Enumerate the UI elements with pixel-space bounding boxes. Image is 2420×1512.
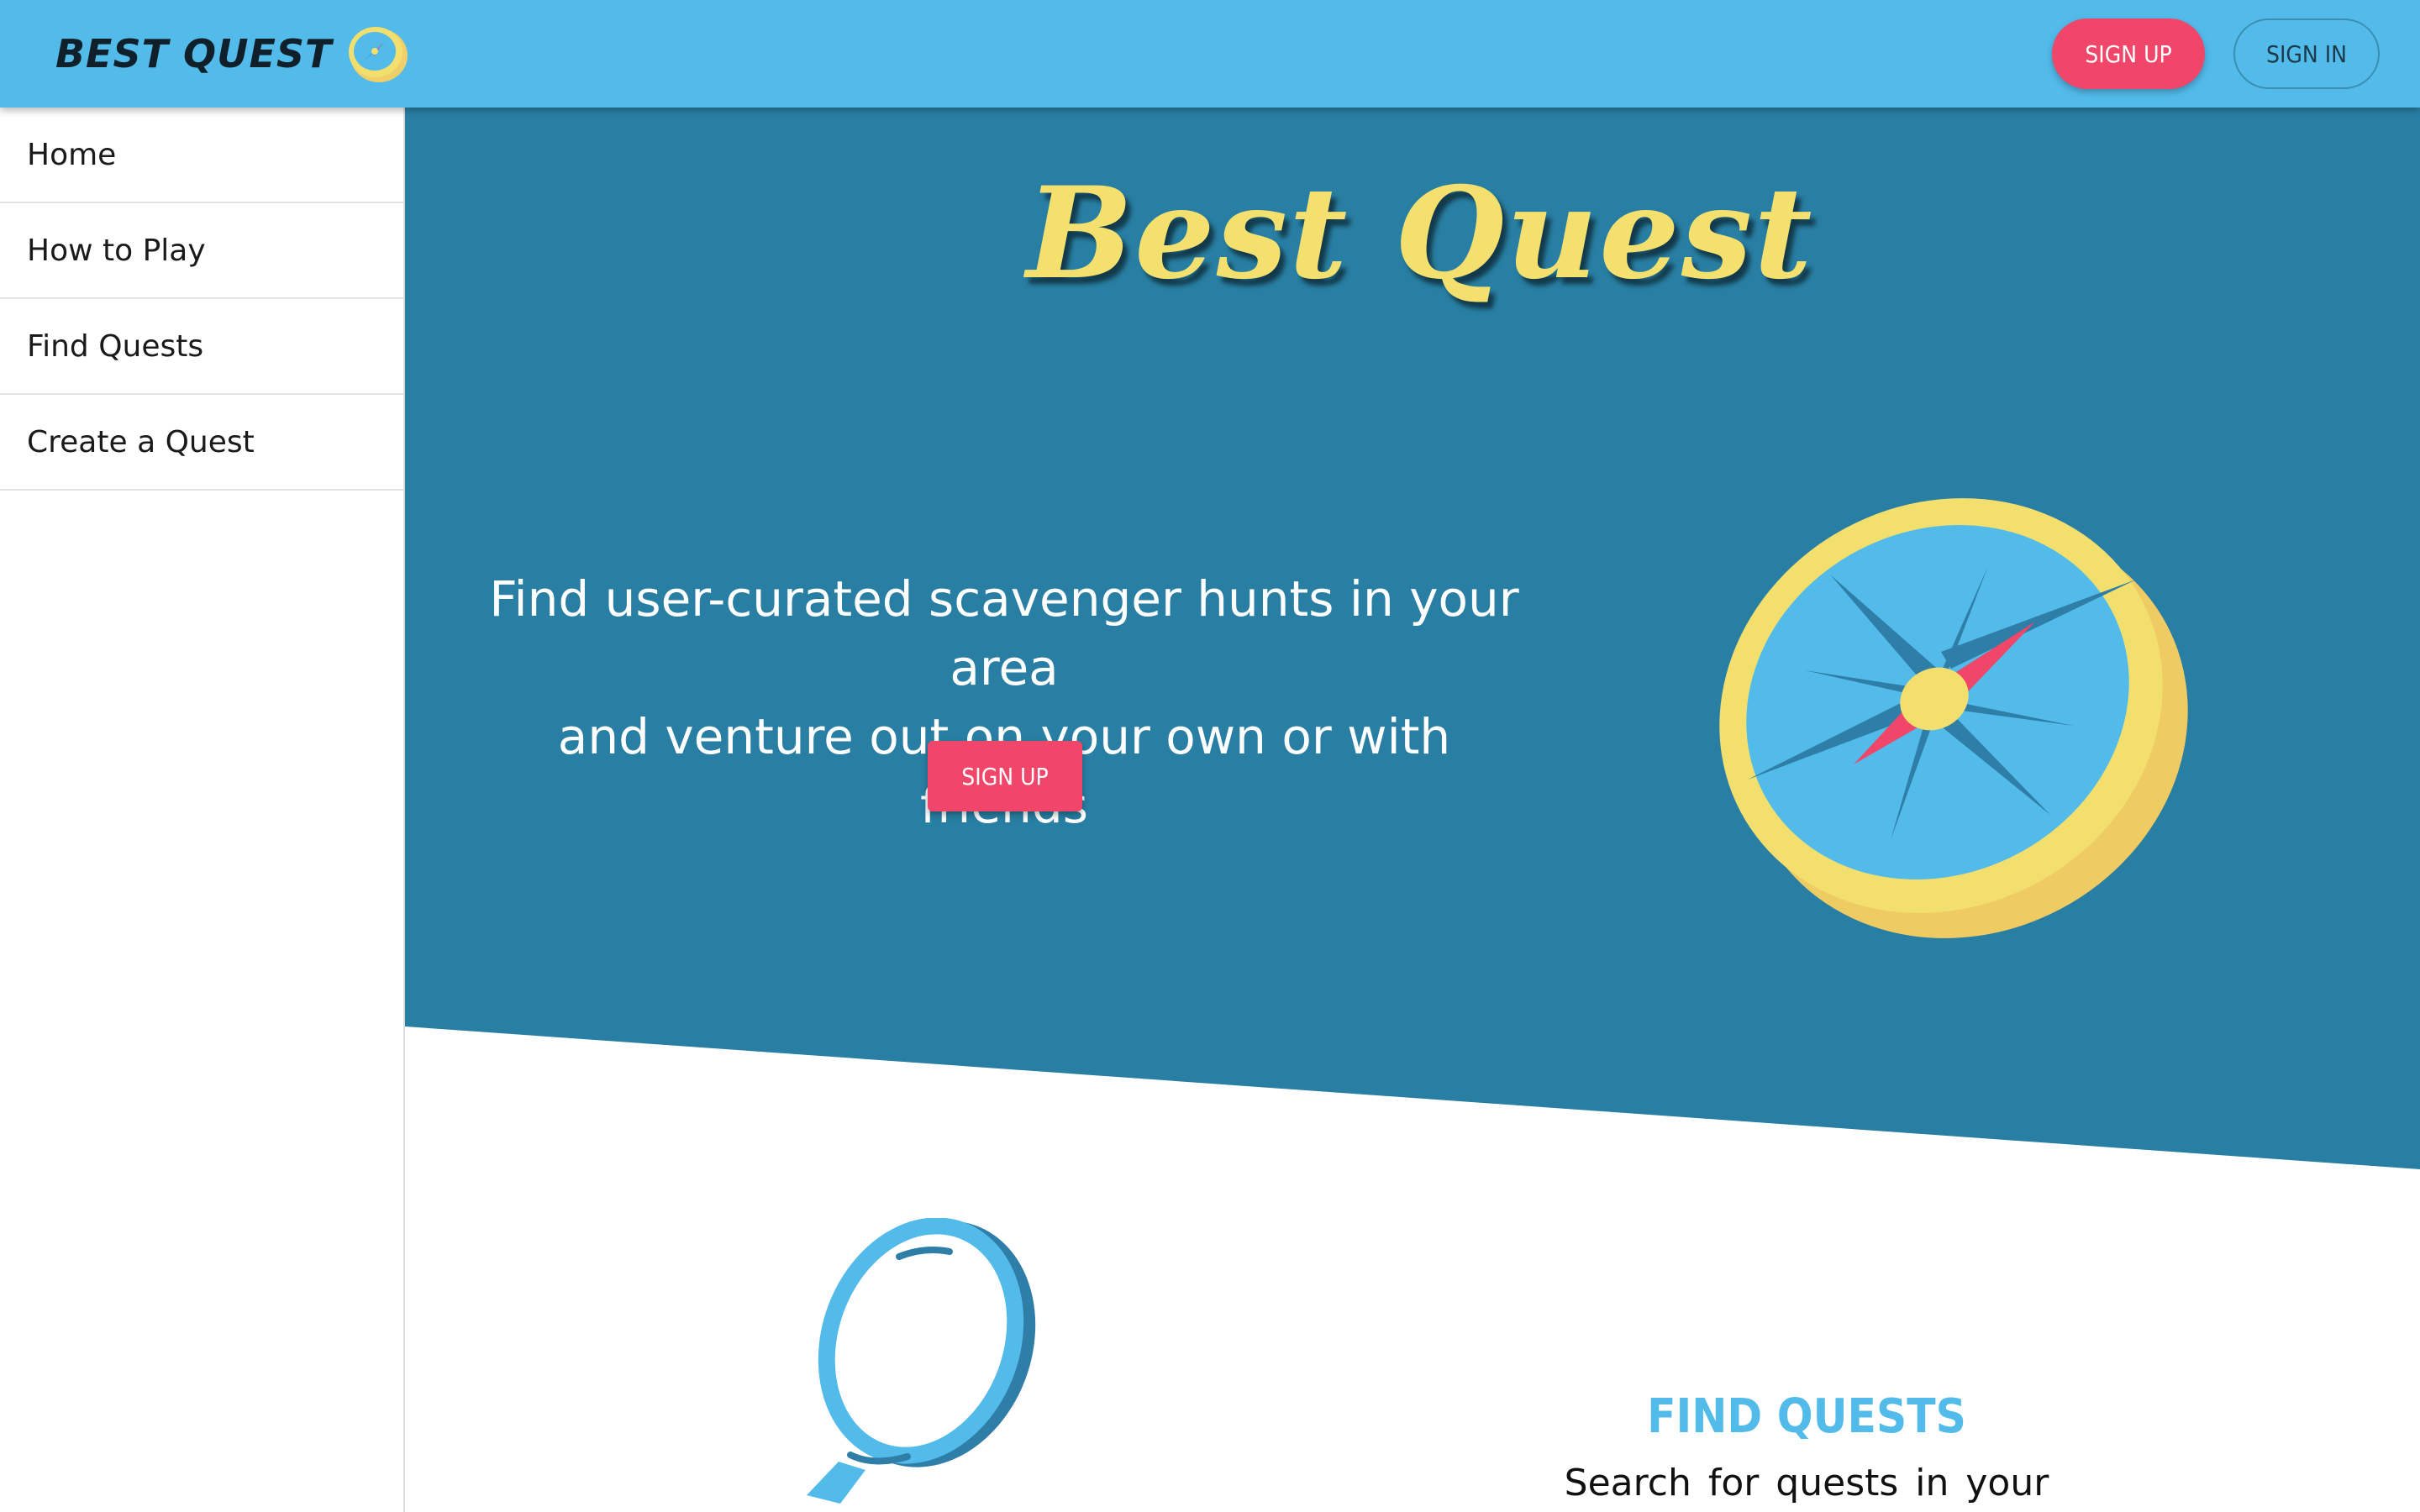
hero-title: Best Quest — [1026, 160, 1814, 307]
sidebar-item-how-to-play[interactable]: How to Play — [0, 203, 403, 299]
brand-name: BEST QUEST — [55, 31, 333, 76]
sidebar-item-create-quest[interactable]: Create a Quest — [0, 395, 403, 491]
compass-icon — [1719, 498, 2188, 938]
compass-icon — [349, 27, 408, 82]
feature-title: FIND QUESTS — [1647, 1389, 1966, 1444]
magnifying-glass-icon — [807, 1218, 1036, 1504]
signup-button[interactable]: SIGN UP — [2052, 18, 2205, 89]
sidebar-item-find-quests[interactable]: Find Quests — [0, 299, 403, 395]
top-navbar: BEST QUEST SIGN UP SIGN IN — [0, 0, 2420, 108]
sidebar-nav: Home How to Play Find Quests Create a Qu… — [0, 108, 405, 1512]
signin-button[interactable]: SIGN IN — [2233, 18, 2380, 89]
sidebar-item-home[interactable]: Home — [0, 108, 403, 203]
hero-signup-button[interactable]: SIGN UP — [928, 741, 1082, 811]
brand-logo[interactable]: BEST QUEST — [55, 20, 411, 87]
hero-tagline-line1: Find user-curated scavenger hunts in you… — [489, 570, 1519, 696]
feature-description: Search for quests in your area. — [1564, 1462, 2049, 1512]
